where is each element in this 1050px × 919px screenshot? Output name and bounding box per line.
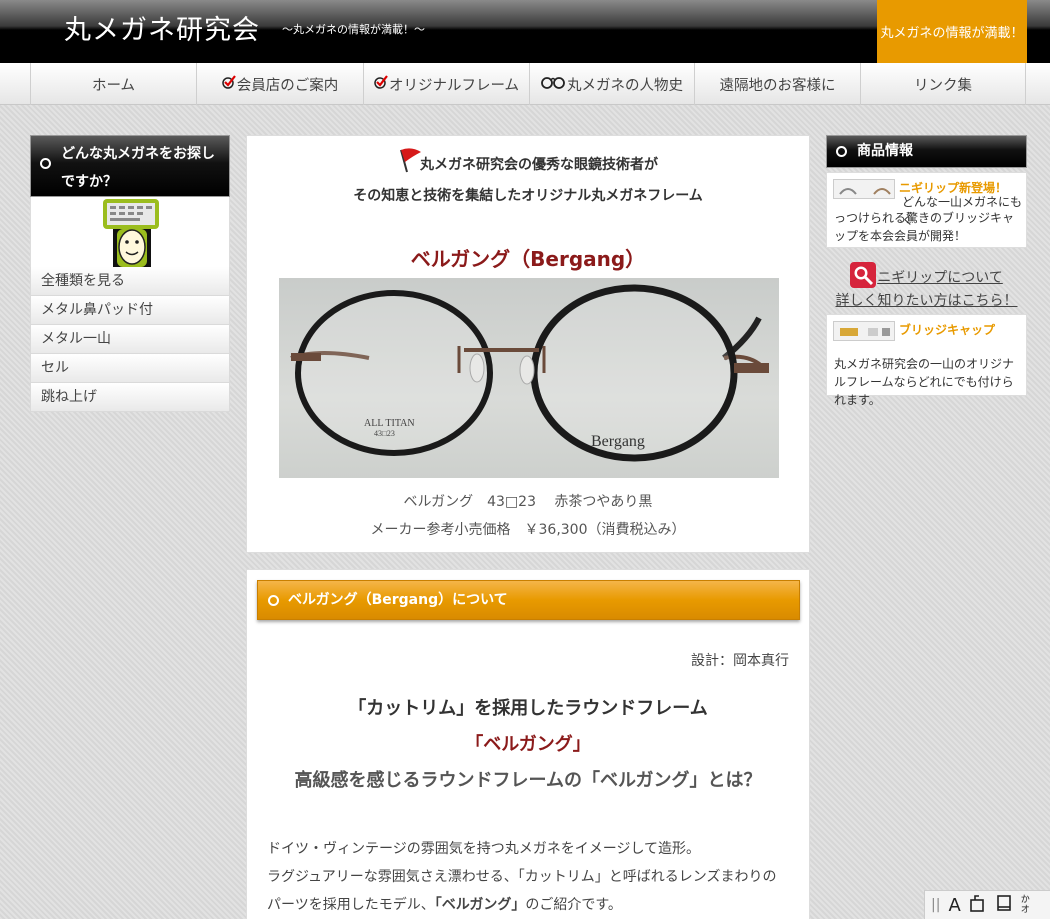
product-info-card-nigirip[interactable]: ニギリップ新登場！ どんな一山メガネにもく っつけられる驚きのブリッジキャップを… [826, 172, 1027, 248]
font-size-icon[interactable]: A [948, 895, 960, 916]
left-menu-metal-bridge[interactable]: メタル一山 [30, 325, 230, 354]
accessibility-toolbar: || A か オ [924, 890, 1050, 919]
read-aloud-icon[interactable] [969, 894, 987, 917]
nav-label: 会員店のご案内 [236, 77, 339, 94]
left-sidebar-heading: どんな丸メガネをお探しですか？ [30, 135, 230, 197]
site-tagline: ～丸メガネの情報が満載！～ [282, 23, 425, 36]
photo-size-print: 43□23 [374, 429, 395, 438]
site-header: 丸メガネ研究会 ～丸メガネの情報が満載！～ 丸メガネの情報が満載！ [0, 0, 1050, 63]
nav-label: 丸メガネの人物史 [567, 77, 683, 94]
left-menu-metal-nosepad[interactable]: メタル鼻パッド付 [30, 296, 230, 325]
nigirip-about-link-text: ニギリップについて [877, 270, 1003, 286]
circle-bullet-icon [40, 158, 51, 169]
circle-bullet-icon [268, 595, 279, 606]
product-photo: ALL TITAN 43□23 Bergang [279, 278, 779, 478]
nav-item-original-frames[interactable]: オリジナルフレーム [363, 63, 529, 105]
photo-lens-print: Bergang [591, 433, 645, 450]
nav-label: 遠隔地のお客様に [719, 77, 836, 94]
product-caption: ベルガング 43□23 赤茶つやあり黒 [403, 494, 653, 510]
nav-item-remote-customers[interactable]: 遠隔地のお客様に [694, 63, 860, 105]
nav-item-links[interactable]: リンク集 [860, 63, 1026, 105]
right-sidebar-heading-text: 商品情報 [857, 143, 913, 159]
site-title[interactable]: 丸メガネ研究会 [64, 8, 260, 47]
book-icon[interactable] [995, 894, 1013, 917]
about-body-line-1: ドイツ・ヴィンテージの雰囲気を持つ丸メガネをイメージして造形。 [267, 841, 701, 857]
about-body-line-3-post: のご紹介です。 [525, 897, 622, 913]
intro-line-1: 丸メガネ研究会の優秀な眼鏡技術者が [247, 154, 809, 174]
header-badge: 丸メガネの情報が満載！ [877, 0, 1027, 63]
check-icon [374, 75, 388, 93]
product-info-card-bridge-cap[interactable]: ブリッジキャップ 丸メガネ研究会の一山のオリジナルフレームならどれにでも付けられ… [826, 314, 1027, 407]
intro-line-2: その知恵と技術を集結したオリジナル丸メガネフレーム [353, 188, 703, 204]
about-heading-3: 高級感を感じるラウンドフレームの「ベルガング」とは？ [294, 770, 762, 791]
nav-label: ホーム [91, 77, 136, 94]
circle-bullet-icon [836, 146, 847, 157]
about-body-line-3: パーツを採用したモデル、「ベルガング」のご紹介です。 [267, 894, 622, 914]
about-body-line-3-bold: 「ベルガング」 [434, 897, 526, 913]
left-menu-flip-up[interactable]: 跳ね上げ [30, 383, 230, 412]
mascot-image [30, 197, 230, 267]
product-card: 丸メガネ研究会の優秀な眼鏡技術者が その知恵と技術を集結したオリジナル丸メガネフ… [246, 135, 810, 553]
nav-label: オリジナルフレーム [388, 77, 520, 94]
toolbar-side-text: か オ [1020, 895, 1030, 915]
left-menu-cell[interactable]: セル [30, 354, 230, 383]
designer-credit: 設計：岡本真行 [691, 653, 789, 669]
nigirip-about-link[interactable]: ニギリップについて [826, 262, 1027, 292]
bridge-cap-title[interactable]: ブリッジキャップ [899, 321, 995, 338]
glasses-icon [541, 75, 565, 93]
about-card: ベルガング（Bergang）について 設計：岡本真行 「カットリム」を採用したラ… [246, 569, 810, 919]
search-icon [850, 262, 877, 292]
nav-item-home[interactable]: ホーム [30, 63, 196, 105]
left-sidebar: どんな丸メガネをお探しですか？ 全種類を見る メタル鼻パッド付 メタル一山 セル… [30, 135, 230, 412]
nigirip-details-link[interactable]: 詳しく知りたい方はこちら！ [826, 290, 1027, 310]
photo-temple-print: ALL TITAN [364, 418, 415, 429]
drag-handle-icon[interactable]: || [931, 897, 940, 913]
about-section-header: ベルガング（Bergang）について [257, 580, 800, 620]
nav-item-member-stores[interactable]: 会員店のご案内 [196, 63, 363, 105]
nav-label: リンク集 [914, 77, 972, 94]
bridge-cap-thumbnail [833, 321, 895, 341]
about-body-line-2: ラグジュアリーな雰囲気さえ漂わせる、「カットリム」と呼ばれるレンズまわりの [267, 869, 777, 885]
bridge-cap-text: 丸メガネ研究会の一山のオリジナルフレームならどれにでも付けられます。 [834, 357, 1015, 407]
glasses-photo-icon: ALL TITAN 43□23 Bergang [290, 284, 769, 462]
right-sidebar-heading: 商品情報 [826, 135, 1027, 168]
check-icon [222, 75, 236, 93]
intro-line-1-text: 丸メガネ研究会の優秀な眼鏡技術者が [420, 157, 658, 173]
nav-item-history[interactable]: 丸メガネの人物史 [529, 63, 694, 105]
about-heading-1: 「カットリム」を採用したラウンドフレーム [348, 698, 708, 719]
mascot-icon [103, 199, 159, 267]
left-menu-all[interactable]: 全種類を見る [30, 267, 230, 296]
main-nav: ホーム 会員店のご案内 オリジナルフレーム 丸メガネの人物史 遠隔地のお客様に … [0, 63, 1050, 105]
product-price: メーカー参考小売価格 ￥36,300（消費税込み） [370, 522, 686, 538]
about-section-title: ベルガング（Bergang）について [288, 592, 508, 608]
nigirip-text-rest: っつけられる驚きのブリッジキャップを本会会員が開発！ [834, 211, 1015, 243]
left-sidebar-heading-text: どんな丸メガネをお探しですか？ [61, 146, 215, 190]
product-name: ベルガング（Bergang） [410, 247, 646, 271]
about-body-line-3-pre: パーツを採用したモデル、 [267, 897, 435, 913]
about-heading-2: 「ベルガング」 [465, 734, 591, 755]
